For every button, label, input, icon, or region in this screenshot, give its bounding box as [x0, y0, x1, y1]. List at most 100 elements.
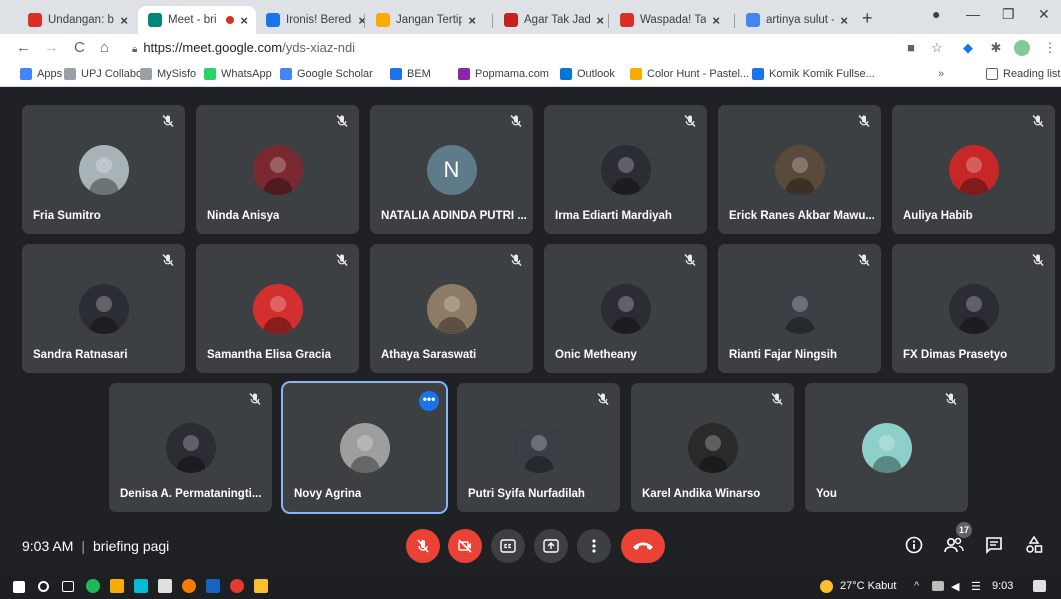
- camera-in-use-icon[interactable]: ■: [903, 40, 919, 56]
- wifi-icon[interactable]: ☰: [971, 580, 981, 593]
- close-tab-icon[interactable]: ×: [712, 13, 720, 28]
- close-tab-icon[interactable]: ×: [840, 13, 848, 28]
- bookmark-item[interactable]: Google Scholar: [280, 68, 373, 80]
- mic-muted-icon: [336, 254, 348, 266]
- browser-tab[interactable]: Agar Tak Jadi K ×: [494, 6, 612, 34]
- tab-favicon-icon: [620, 13, 634, 27]
- bookmark-item[interactable]: Popmama.com: [458, 68, 549, 80]
- store-icon[interactable]: [158, 579, 172, 593]
- bookmark-item[interactable]: Color Hunt - Pastel...: [630, 68, 749, 80]
- windows-start-icon[interactable]: [13, 581, 25, 593]
- participant-tile[interactable]: You: [805, 383, 968, 512]
- new-tab-button[interactable]: +: [862, 8, 873, 29]
- photoshop-icon[interactable]: [134, 579, 148, 593]
- participant-tile[interactable]: Athaya Saraswati: [370, 244, 533, 373]
- camera-toggle-button[interactable]: [448, 529, 482, 563]
- system-clock[interactable]: 9:03: [992, 580, 1013, 592]
- forward-icon[interactable]: →: [44, 39, 59, 56]
- bookmark-item[interactable]: BEM: [390, 68, 431, 80]
- bookmark-item[interactable]: Komik Komik Fullse...: [752, 68, 875, 80]
- participant-tile[interactable]: Erick Ranes Akbar Mawu...: [718, 105, 881, 234]
- chrome-menu-icon[interactable]: ⋮: [1042, 40, 1058, 56]
- profile-avatar-icon[interactable]: [1014, 40, 1030, 56]
- browser-toolbar: ← → C ⌂ 🔒︎ https://meet.google.com/yds-xi…: [0, 34, 1061, 63]
- notifications-icon[interactable]: [1033, 580, 1046, 592]
- activities-button[interactable]: [1023, 534, 1045, 556]
- participant-tile[interactable]: Karel Andika Winarso: [631, 383, 794, 512]
- volume-icon[interactable]: ◀︎: [951, 580, 959, 593]
- sticky-notes-icon[interactable]: [254, 579, 268, 593]
- weather-text[interactable]: 27°C Kabut: [840, 580, 896, 592]
- extension-icon[interactable]: ◆: [960, 40, 976, 56]
- participant-tile[interactable]: ••• Novy Agrina: [281, 381, 448, 514]
- microphone-toggle-button[interactable]: [406, 529, 440, 563]
- browser-tab[interactable]: Ironis! Beredar×: [256, 6, 374, 34]
- browser-tab[interactable]: Meet - bri ×: [138, 6, 256, 34]
- weather-icon[interactable]: [820, 580, 833, 593]
- minimize-icon[interactable]: —: [966, 6, 980, 22]
- bookmark-star-icon[interactable]: ☆: [929, 40, 945, 56]
- participant-tile[interactable]: Putri Syifa Nurfadilah: [457, 383, 620, 512]
- bookmark-icon: [64, 68, 76, 80]
- participant-tile[interactable]: Samantha Elisa Gracia: [196, 244, 359, 373]
- back-icon[interactable]: ←: [16, 39, 31, 56]
- participant-tile[interactable]: Ninda Anisya: [196, 105, 359, 234]
- reload-icon[interactable]: C: [74, 39, 85, 56]
- participant-tile[interactable]: Sandra Ratnasari: [22, 244, 185, 373]
- participant-tile[interactable]: Rianti Fajar Ningsih: [718, 244, 881, 373]
- browser-tab[interactable]: Jangan Tertipu ×: [366, 6, 484, 34]
- maximize-icon[interactable]: ❐: [1002, 6, 1015, 23]
- search-icon[interactable]: [38, 581, 49, 592]
- close-window-icon[interactable]: ✕: [1038, 6, 1050, 23]
- network-icon[interactable]: [932, 581, 944, 591]
- spotify-icon[interactable]: [86, 579, 100, 593]
- leave-call-button[interactable]: [621, 529, 665, 563]
- participant-tile[interactable]: Auliya Habib: [892, 105, 1055, 234]
- address-bar[interactable]: 🔒︎ https://meet.google.com/yds-xiaz-ndi: [132, 40, 355, 55]
- tray-overflow-icon[interactable]: ^: [914, 580, 919, 592]
- browser-tab[interactable]: artinya sulut - ×: [736, 6, 856, 34]
- participant-more-options-button[interactable]: •••: [419, 391, 439, 411]
- tab-favicon-icon: [28, 13, 42, 27]
- extensions-puzzle-icon[interactable]: ✱: [988, 40, 1004, 56]
- reading-list-button[interactable]: Reading list: [986, 68, 1060, 80]
- participant-tile[interactable]: Irma Ediarti Mardiyah: [544, 105, 707, 234]
- task-view-icon[interactable]: [62, 581, 74, 592]
- meeting-info: 9:03 AM | briefing pagi: [22, 538, 169, 554]
- browser-tab[interactable]: Undangan: brie ×: [18, 6, 136, 34]
- tab-title: Undangan: brie: [48, 14, 114, 26]
- person-photo-icon: [958, 296, 989, 334]
- participant-tile[interactable]: Onic Metheany: [544, 244, 707, 373]
- bookmark-item[interactable]: WhatsApp: [204, 68, 272, 80]
- participant-tile[interactable]: N NATALIA ADINDA PUTRI ...: [370, 105, 533, 234]
- home-icon[interactable]: ⌂: [100, 39, 109, 56]
- word-icon[interactable]: [206, 579, 220, 593]
- file-explorer-icon[interactable]: [110, 579, 124, 593]
- meeting-details-button[interactable]: [903, 534, 925, 556]
- participant-name: Ninda Anisya: [207, 210, 280, 222]
- bookmark-item[interactable]: Apps: [20, 68, 62, 80]
- bookmarks-overflow-button[interactable]: »: [938, 68, 944, 80]
- profile-icon[interactable]: ●: [932, 6, 940, 22]
- close-tab-icon[interactable]: ×: [596, 13, 604, 28]
- bookmark-item[interactable]: Outlook: [560, 68, 615, 80]
- more-options-button[interactable]: [577, 529, 611, 563]
- chat-button[interactable]: [983, 534, 1005, 556]
- participant-avatar: [774, 284, 825, 334]
- captions-button[interactable]: [491, 529, 525, 563]
- bookmark-item[interactable]: UPJ Collabor: [64, 68, 146, 80]
- bookmark-label: BEM: [407, 68, 431, 80]
- close-tab-icon[interactable]: ×: [240, 13, 248, 28]
- close-tab-icon[interactable]: ×: [120, 13, 128, 28]
- browser-tab[interactable]: Waspada! Tabu ×: [610, 6, 728, 34]
- mic-muted-icon: [1032, 115, 1044, 127]
- participant-tile[interactable]: FX Dimas Prasetyo: [892, 244, 1055, 373]
- bookmark-item[interactable]: MySisfo: [140, 68, 196, 80]
- chrome-icon[interactable]: [230, 579, 244, 593]
- participant-tile[interactable]: Fria Sumitro: [22, 105, 185, 234]
- app-icon[interactable]: [182, 579, 196, 593]
- present-now-button[interactable]: [534, 529, 568, 563]
- close-tab-icon[interactable]: ×: [468, 13, 476, 28]
- participant-avatar: [252, 145, 303, 195]
- participant-tile[interactable]: Denisa A. Permataningti...: [109, 383, 272, 512]
